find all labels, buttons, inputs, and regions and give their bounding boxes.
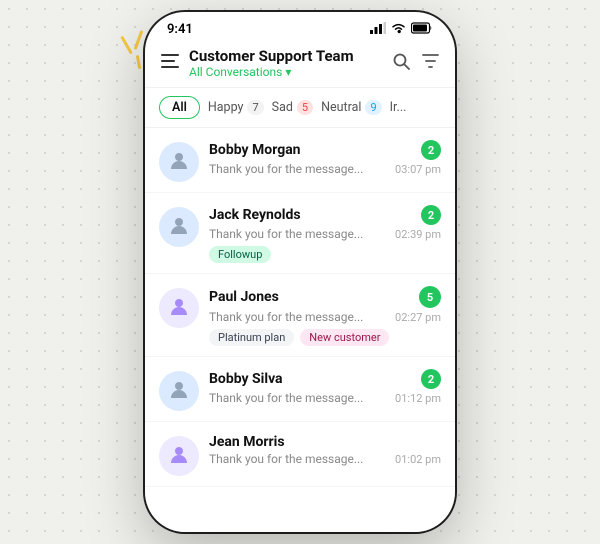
conv-time: 01:02 pm [395, 453, 441, 466]
conv-name: Paul Jones [209, 289, 279, 305]
conv-tags: Platinum plan New customer [209, 329, 441, 346]
status-time: 9:41 [167, 22, 193, 37]
avatar [159, 142, 199, 182]
conv-body: Bobby Morgan 2 Thank you for the message… [209, 140, 441, 176]
wifi-icon [391, 23, 406, 37]
tab-sad[interactable]: Sad 5 [272, 100, 313, 115]
conv-body: Bobby Silva 2 Thank you for the message.… [209, 369, 441, 405]
conv-preview: Thank you for the message... [209, 162, 387, 176]
list-item[interactable]: Jean Morris Thank you for the message...… [145, 422, 455, 487]
person-icon [168, 378, 190, 405]
tab-happy[interactable]: Happy 7 [208, 100, 264, 115]
header-title-area: Customer Support Team All Conversations … [189, 47, 393, 79]
filter-tabs: All Happy 7 Sad 5 Neutral 9 Ir... [145, 88, 455, 128]
conv-badge: 5 [419, 286, 441, 308]
person-icon [168, 443, 190, 470]
header-actions [393, 53, 439, 74]
list-item[interactable]: Bobby Morgan 2 Thank you for the message… [145, 128, 455, 193]
app-title: Customer Support Team [189, 47, 393, 65]
battery-icon [411, 22, 433, 37]
person-icon [168, 214, 190, 241]
tab-irritated[interactable]: Ir... [390, 100, 407, 115]
conv-preview: Thank you for the message... [209, 391, 387, 405]
conv-time: 02:39 pm [395, 228, 441, 241]
conv-body: Paul Jones 5 Thank you for the message..… [209, 286, 441, 346]
conv-name: Bobby Morgan [209, 142, 301, 158]
filter-icon[interactable] [422, 54, 439, 73]
conv-preview: Thank you for the message... [209, 227, 387, 241]
search-icon[interactable] [393, 53, 410, 74]
phone-shell: 9:41 [145, 12, 455, 532]
tag-platinum: Platinum plan [209, 329, 294, 346]
avatar [159, 371, 199, 411]
conv-name: Jean Morris [209, 434, 285, 450]
conv-time: 01:12 pm [395, 392, 441, 405]
list-item[interactable]: Jack Reynolds 2 Thank you for the messag… [145, 193, 455, 274]
list-item[interactable]: Paul Jones 5 Thank you for the message..… [145, 274, 455, 357]
conv-name: Bobby Silva [209, 371, 283, 387]
conv-body: Jean Morris Thank you for the message...… [209, 434, 441, 466]
tab-neutral[interactable]: Neutral 9 [321, 100, 382, 115]
conv-tags: Followup [209, 246, 441, 263]
conv-body: Jack Reynolds 2 Thank you for the messag… [209, 205, 441, 263]
conv-badge: 2 [421, 140, 441, 160]
conv-time: 03:07 pm [395, 163, 441, 176]
avatar [159, 207, 199, 247]
conv-time: 02:27 pm [395, 311, 441, 324]
conversations-filter[interactable]: All Conversations ▾ [189, 65, 393, 79]
avatar [159, 288, 199, 328]
tag-new-customer: New customer [300, 329, 389, 346]
signal-icon [370, 22, 386, 37]
conv-preview: Thank you for the message... [209, 452, 387, 466]
conv-preview: Thank you for the message... [209, 310, 387, 324]
conv-badge: 2 [421, 205, 441, 225]
person-icon [168, 149, 190, 176]
conversation-list: Bobby Morgan 2 Thank you for the message… [145, 128, 455, 532]
status-bar: 9:41 [145, 12, 455, 41]
conv-badge: 2 [421, 369, 441, 389]
app-header: Customer Support Team All Conversations … [145, 41, 455, 88]
status-icons [370, 22, 433, 37]
menu-icon[interactable] [161, 54, 179, 72]
tab-all[interactable]: All [159, 96, 200, 119]
person-icon [168, 295, 190, 322]
list-item[interactable]: Bobby Silva 2 Thank you for the message.… [145, 357, 455, 422]
conv-name: Jack Reynolds [209, 207, 301, 223]
avatar [159, 436, 199, 476]
tag-followup: Followup [209, 246, 271, 263]
